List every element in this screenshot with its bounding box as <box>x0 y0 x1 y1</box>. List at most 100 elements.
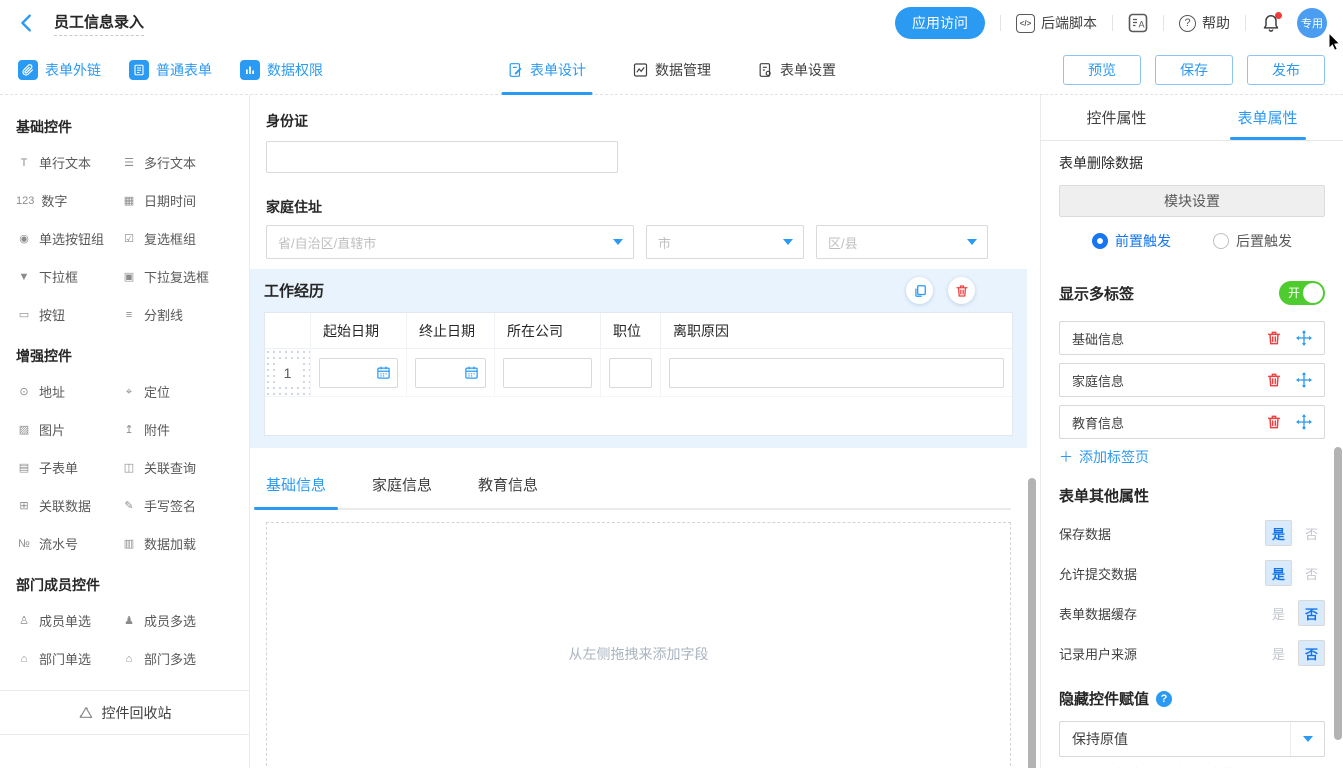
tab-form-design[interactable]: 表单设计 <box>507 46 586 95</box>
row-number-cell[interactable]: 1 <box>265 349 311 397</box>
yes-option[interactable]: 是 <box>1265 520 1292 546</box>
province-select[interactable]: 省/自治区/直辖市 <box>266 225 634 259</box>
no-option[interactable]: 否 <box>1298 560 1325 586</box>
widget-item[interactable]: 123 数字 <box>16 191 121 210</box>
delete-tab-icon[interactable] <box>1266 372 1282 388</box>
widget-item[interactable]: ⌂ 部门单选 <box>16 649 121 668</box>
widget-item[interactable]: ♙ 成员单选 <box>16 611 121 630</box>
position-input[interactable] <box>609 358 652 388</box>
widget-item[interactable]: ☰ 多行文本 <box>121 153 233 172</box>
properties-tab[interactable]: 表单属性 <box>1192 95 1343 140</box>
leave-reason-input[interactable] <box>669 358 1004 388</box>
trigger-radio-option[interactable]: 前置触发 <box>1092 231 1171 251</box>
move-tab-icon[interactable] <box>1296 372 1312 388</box>
help-button[interactable]: ? 帮助 <box>1179 13 1230 33</box>
properties-tab[interactable]: 控件属性 <box>1041 95 1192 140</box>
widget-icon: ▭ <box>16 308 32 322</box>
field-id-card[interactable]: 身份证 <box>266 111 1027 173</box>
app-access-button[interactable]: 应用访问 <box>895 7 985 39</box>
trigger-radio-option[interactable]: 后置触发 <box>1213 231 1292 251</box>
yes-option[interactable]: 是 <box>1265 560 1292 586</box>
field-home-address[interactable]: 家庭住址 省/自治区/直辖市 市 区/县 <box>266 197 1027 259</box>
page-title[interactable]: 员工信息录入 <box>54 11 144 36</box>
widget-item[interactable]: ▤ 子表单 <box>16 458 121 477</box>
data-permission-link[interactable]: 数据权限 <box>240 60 323 80</box>
hidden-assign-select[interactable]: 保持原值 <box>1059 721 1325 757</box>
add-tab-link[interactable]: ＋ 添加标签页 <box>1059 447 1325 467</box>
yes-option[interactable]: 是 <box>1265 600 1292 626</box>
back-icon[interactable] <box>16 12 38 34</box>
no-option[interactable]: 否 <box>1298 640 1325 666</box>
widget-item[interactable]: ⌂ 部门多选 <box>121 649 233 668</box>
publish-button[interactable]: 发布 <box>1247 55 1325 85</box>
widget-item[interactable]: ▨ 图片 <box>16 420 121 439</box>
canvas-tab[interactable]: 家庭信息 <box>372 474 432 495</box>
trigger-options: 前置触发 后置触发 <box>1059 231 1325 251</box>
canvas-scrollbar[interactable] <box>1028 478 1036 768</box>
move-tab-icon[interactable] <box>1296 330 1312 346</box>
widget-icon: ▨ <box>16 423 32 437</box>
widget-icon: ☑ <box>121 232 137 246</box>
no-option[interactable]: 否 <box>1298 520 1325 546</box>
delete-button[interactable] <box>948 277 975 304</box>
notifications-bell-icon[interactable] <box>1261 12 1281 34</box>
copy-button[interactable] <box>906 277 933 304</box>
user-avatar[interactable]: 专用 <box>1297 8 1327 38</box>
no-option[interactable]: 否 <box>1298 600 1325 626</box>
backend-script-button[interactable]: </> 后端脚本 <box>1016 13 1097 33</box>
widget-item[interactable]: ◫ 关联查询 <box>121 458 233 477</box>
widget-item[interactable]: ▣ 下拉复选框 <box>121 267 233 286</box>
panel-scrollbar[interactable] <box>1334 447 1342 740</box>
delete-tab-icon[interactable] <box>1266 414 1282 430</box>
translate-button[interactable]: A <box>1128 13 1148 33</box>
widget-icon: ♟ <box>121 614 137 628</box>
widget-item[interactable]: ⊞ 关联数据 <box>16 496 121 515</box>
subform-work-experience[interactable]: 工作经历 起始日期 终止日期 <box>250 269 1027 448</box>
district-select[interactable]: 区/县 <box>816 225 988 259</box>
section-title: 基础控件 <box>16 117 233 137</box>
data-management-icon <box>632 62 648 78</box>
form-external-link[interactable]: 表单外链 <box>18 60 101 80</box>
start-date-input[interactable] <box>319 358 398 388</box>
save-button[interactable]: 保存 <box>1155 55 1233 85</box>
widget-item[interactable]: ▭ 按钮 <box>16 305 121 324</box>
widget-recycle-bin[interactable]: 控件回收站 <box>0 690 249 735</box>
widget-item[interactable]: ☑ 复选框组 <box>121 229 233 248</box>
widget-item[interactable]: ▥ 数据加载 <box>121 534 233 553</box>
tab-item-row: 基础信息 <box>1059 321 1325 355</box>
id-card-input[interactable] <box>266 141 618 173</box>
yes-option[interactable]: 是 <box>1265 640 1292 666</box>
move-tab-icon[interactable] <box>1296 414 1312 430</box>
widget-item[interactable]: ▦ 日期时间 <box>121 191 233 210</box>
widget-item[interactable]: ✎ 手写签名 <box>121 496 233 515</box>
widget-item[interactable]: ◉ 单选按钮组 <box>16 229 121 248</box>
widget-item[interactable]: ≡ 分割线 <box>121 305 233 324</box>
delete-tab-icon[interactable] <box>1266 330 1282 346</box>
tab-data-management[interactable]: 数据管理 <box>632 46 711 95</box>
column-header-index <box>265 313 311 349</box>
preview-button[interactable]: 预览 <box>1063 55 1141 85</box>
widget-item[interactable]: ♟ 成员多选 <box>121 611 233 630</box>
divider <box>1112 15 1113 31</box>
multi-tab-row: 显示多标签 开 <box>1059 281 1325 305</box>
canvas-tab[interactable]: 基础信息 <box>266 474 326 495</box>
widget-item[interactable]: T 单行文本 <box>16 153 121 172</box>
widget-item[interactable]: ↥ 附件 <box>121 420 233 439</box>
module-settings-button[interactable]: 模块设置 <box>1059 185 1325 217</box>
normal-form-link[interactable]: 普通表单 <box>129 60 212 80</box>
tab-form-settings[interactable]: 表单设置 <box>757 46 836 95</box>
widget-icon: ▦ <box>121 194 137 208</box>
end-date-input[interactable] <box>415 358 486 388</box>
widget-item[interactable]: № 流水号 <box>16 534 121 553</box>
widget-item[interactable]: ▼ 下拉框 <box>16 267 121 286</box>
widget-item[interactable]: ⌖ 定位 <box>121 382 233 401</box>
dropzone[interactable]: 从左侧拖拽来添加字段 <box>266 522 1011 768</box>
help-tooltip-icon[interactable]: ? <box>1156 691 1172 707</box>
canvas-tab[interactable]: 教育信息 <box>478 474 538 495</box>
widget-item[interactable]: ⊙ 地址 <box>16 382 121 401</box>
company-input[interactable] <box>503 358 592 388</box>
multi-tab-toggle[interactable]: 开 <box>1279 281 1325 305</box>
city-select[interactable]: 市 <box>646 225 804 259</box>
delete-data-label: 表单删除数据 <box>1059 153 1325 173</box>
chevron-down-icon <box>603 226 633 258</box>
